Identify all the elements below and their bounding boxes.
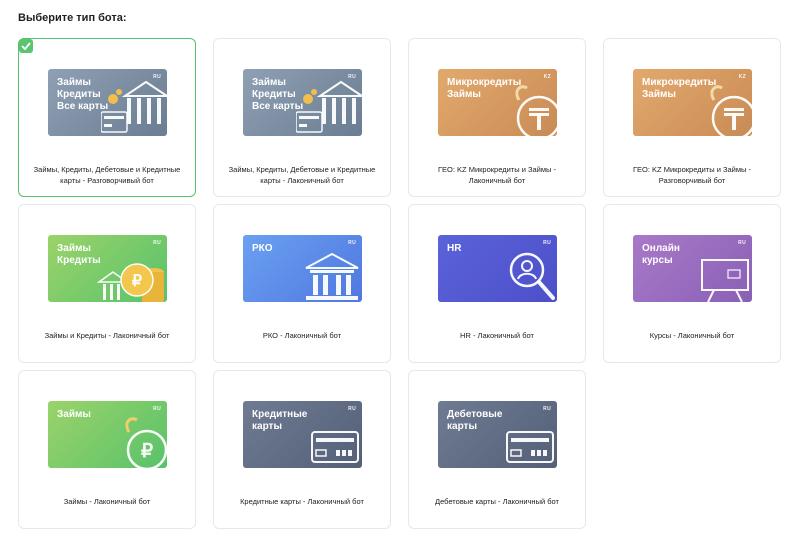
card-caption: Займы - Лаконичный бот: [63, 497, 151, 506]
card-caption: Займы и Кредиты - Лаконичный бот: [44, 331, 170, 340]
region-tag: RU: [348, 406, 356, 412]
card-banner: РКО RU: [243, 235, 362, 302]
bot-type-card[interactable]: Микрокредиты Займы KZ ГЕО: KZ Микрокредит…: [603, 38, 781, 197]
banner-title: Кредитные карты: [252, 409, 308, 432]
card-banner: Займы Кредиты Все карты RU: [243, 69, 362, 136]
banner-title: Займы Кредиты: [57, 243, 101, 266]
svg-text:₽: ₽: [141, 441, 153, 462]
card-caption: Займы, Кредиты, Дебетовые и Кредитные ка…: [228, 165, 376, 185]
card-caption: Курсы - Лаконичный бот: [649, 331, 735, 340]
bot-type-card[interactable]: HR RU HR - Лаконичный бот: [408, 204, 586, 363]
banner-title: Займы: [57, 409, 91, 420]
banner-title: РКО: [252, 243, 273, 254]
bot-type-card[interactable]: Займы RU ₽ Займы - Лаконичный бот: [18, 370, 196, 529]
bot-type-card[interactable]: Займы Кредиты Все карты RU Займы, Кредиты…: [213, 38, 391, 197]
banner-title: HR: [447, 243, 462, 254]
card-caption: HR - Лаконичный бот: [460, 331, 534, 340]
banner-title: Онлайн курсы: [642, 243, 680, 266]
card-caption: ГЕО: KZ Микрокредиты и Займы - Разговорч…: [632, 165, 752, 185]
bot-type-card[interactable]: Займы Кредиты Все карты RU Займы, Кредиты…: [18, 38, 196, 197]
bot-type-card[interactable]: РКО RU РКО - Лаконичный бот: [213, 204, 391, 363]
card-banner: Микрокредиты Займы KZ: [633, 69, 752, 136]
bot-type-card[interactable]: Микрокредиты Займы KZ ГЕО: KZ Микрокредит…: [408, 38, 586, 197]
card-banner: Онлайн курсы RU: [633, 235, 752, 302]
region-tag: RU: [153, 406, 161, 412]
card-banner: Займы Кредиты Все карты RU: [48, 69, 167, 136]
card-banner: Кредитные карты RU: [243, 401, 362, 468]
card-banner: Займы Кредиты RU ₽: [48, 235, 167, 302]
bot-type-card[interactable]: Дебетовые карты RU Дебетовые карты - Лако…: [408, 370, 586, 529]
region-tag: RU: [738, 240, 746, 246]
region-tag: RU: [348, 240, 356, 246]
card-caption: ГЕО: KZ Микрокредиты и Займы - Лаконичны…: [437, 165, 557, 185]
bot-type-grid: Займы Кредиты Все карты RU Займы, Кредиты…: [18, 38, 781, 529]
card-caption: Кредитные карты - Лаконичный бот: [240, 497, 364, 506]
checkmark-icon: [19, 39, 33, 53]
card-caption: РКО - Лаконичный бот: [262, 331, 342, 340]
bot-type-card[interactable]: Кредитные карты RU Кредитные карты - Лако…: [213, 370, 391, 529]
bot-type-card[interactable]: Займы Кредиты RU ₽ Займы и Кредиты - Лако…: [18, 204, 196, 363]
card-banner: Микрокредиты Займы KZ: [438, 69, 557, 136]
region-tag: RU: [543, 406, 551, 412]
card-banner: HR RU: [438, 235, 557, 302]
card-banner: Дебетовые карты RU: [438, 401, 557, 468]
bot-type-card[interactable]: Онлайн курсы RU Курсы - Лаконичный бот: [603, 204, 781, 363]
banner-title: Дебетовые карты: [447, 409, 503, 432]
svg-text:₽: ₽: [132, 273, 142, 290]
page-title: Выберите тип бота:: [18, 12, 127, 24]
card-caption: Дебетовые карты - Лаконичный бот: [435, 497, 559, 506]
card-caption: Займы, Кредиты, Дебетовые и Кредитные ка…: [33, 165, 181, 185]
card-banner: Займы RU ₽: [48, 401, 167, 468]
